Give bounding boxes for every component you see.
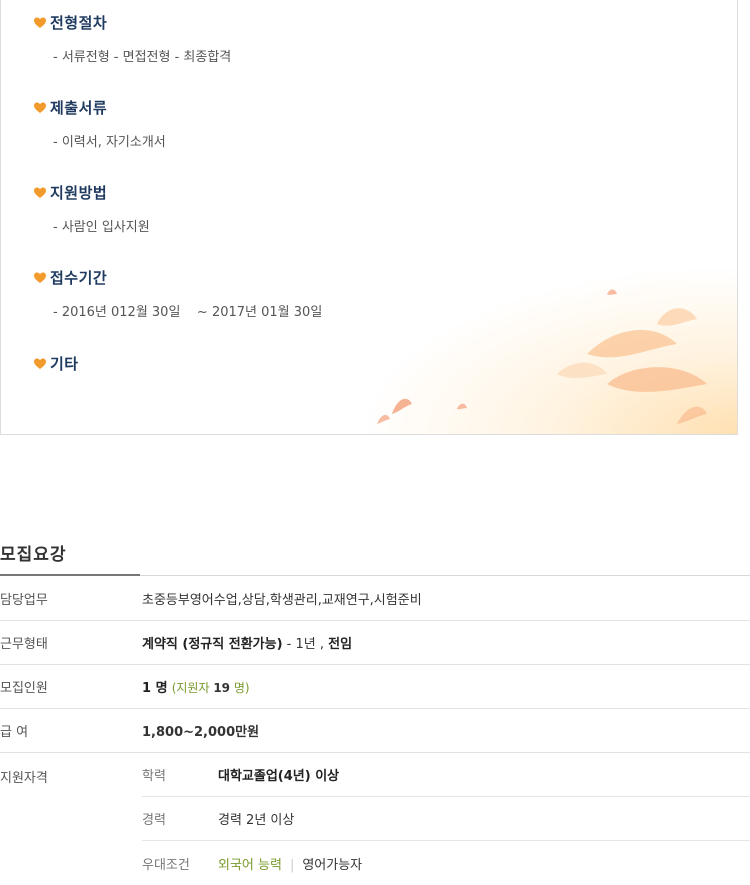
row-value: 초중등부영어수업,상담,학생관리,교재연구,시험준비 [142, 593, 422, 608]
row-headcount: 모집인원 1 명 (지원자 19 명) [0, 665, 750, 709]
heart-icon [34, 187, 46, 198]
petal-decoration [377, 289, 707, 424]
sub-label: 학력 [142, 769, 166, 784]
section-title: 접수기간 [50, 269, 108, 287]
section-desc: - 서류전형 - 면접전형 - 최종합격 [53, 50, 232, 65]
heart-icon [34, 272, 46, 283]
pref-foreign-language: 외국어 능력 [218, 857, 282, 873]
worktype-extra: 전임 [328, 637, 353, 652]
qual-preference: 우대조건 외국어 능력 | 영어가능자 [142, 841, 750, 885]
section-title: 기타 [50, 355, 79, 373]
pref-separator: | [289, 857, 295, 873]
section-desc: - 사람인 입사지원 [53, 220, 150, 235]
section-period: 접수기간 - 2016년 012월 30일 ~ 2017년 01월 30일 [33, 267, 322, 320]
sub-value: 대학교졸업(4년) 이상 [218, 769, 340, 784]
sub-label: 경력 [142, 813, 166, 828]
row-label: 급 여 [0, 725, 29, 740]
section-apply-method: 지원방법 - 사람인 입사지원 [33, 182, 150, 235]
qual-experience: 경력 경력 2년 이상 [142, 797, 750, 841]
section-title: 전형절차 [50, 14, 108, 32]
sub-label: 우대조건 [142, 857, 190, 873]
row-label: 지원자격 [0, 771, 48, 786]
sub-value: 경력 2년 이상 [218, 813, 295, 828]
row-value: 계약직 (정규직 전환가능) - 1년 , 전임 [142, 633, 352, 652]
sub-value: 외국어 능력 | 영어가능자 [218, 854, 362, 873]
worktype-main: 계약직 (정규직 전환가능) [142, 637, 283, 652]
row-value: 1,800~2,000만원 [142, 725, 260, 740]
row-duty: 담당업무 초중등부영어수업,상담,학생관리,교재연구,시험준비 [0, 577, 750, 621]
section-title: 제출서류 [50, 99, 108, 117]
section-etc: 기타 [33, 353, 79, 374]
detail-panel: 전형절차 - 서류전형 - 면접전형 - 최종합격 제출서류 - 이력서, 자기… [0, 0, 738, 435]
heart-icon [34, 102, 46, 113]
heart-icon [34, 17, 46, 28]
recruit-title: 모집요강 [0, 545, 67, 565]
row-label: 담당업무 [0, 593, 48, 608]
worktype-rest: - 1년 , [282, 637, 329, 652]
section-procedure: 전형절차 - 서류전형 - 면접전형 - 최종합격 [33, 12, 231, 65]
applicant-count: (지원자 19 명) [171, 681, 250, 695]
section-desc: - 이력서, 자기소개서 [53, 135, 166, 150]
row-salary: 급 여 1,800~2,000만원 [0, 709, 750, 753]
row-worktype: 근무형태 계약직 (정규직 전환가능) - 1년 , 전임 [0, 621, 750, 665]
row-label: 모집인원 [0, 681, 48, 696]
pref-english: 영어가능자 [302, 857, 363, 873]
section-desc: - 2016년 012월 30일 ~ 2017년 01월 30일 [53, 305, 323, 320]
decorative-flower-background [357, 264, 737, 434]
recruit-title-underline [0, 574, 750, 576]
headcount-value: 1 명 [142, 681, 168, 696]
row-value: 1 명 (지원자 19 명) [142, 677, 250, 696]
section-title: 지원방법 [50, 184, 108, 202]
row-label: 근무형태 [0, 637, 48, 652]
qual-education: 학력 대학교졸업(4년) 이상 [142, 753, 750, 797]
section-documents: 제출서류 - 이력서, 자기소개서 [33, 97, 166, 150]
heart-icon [34, 358, 46, 369]
